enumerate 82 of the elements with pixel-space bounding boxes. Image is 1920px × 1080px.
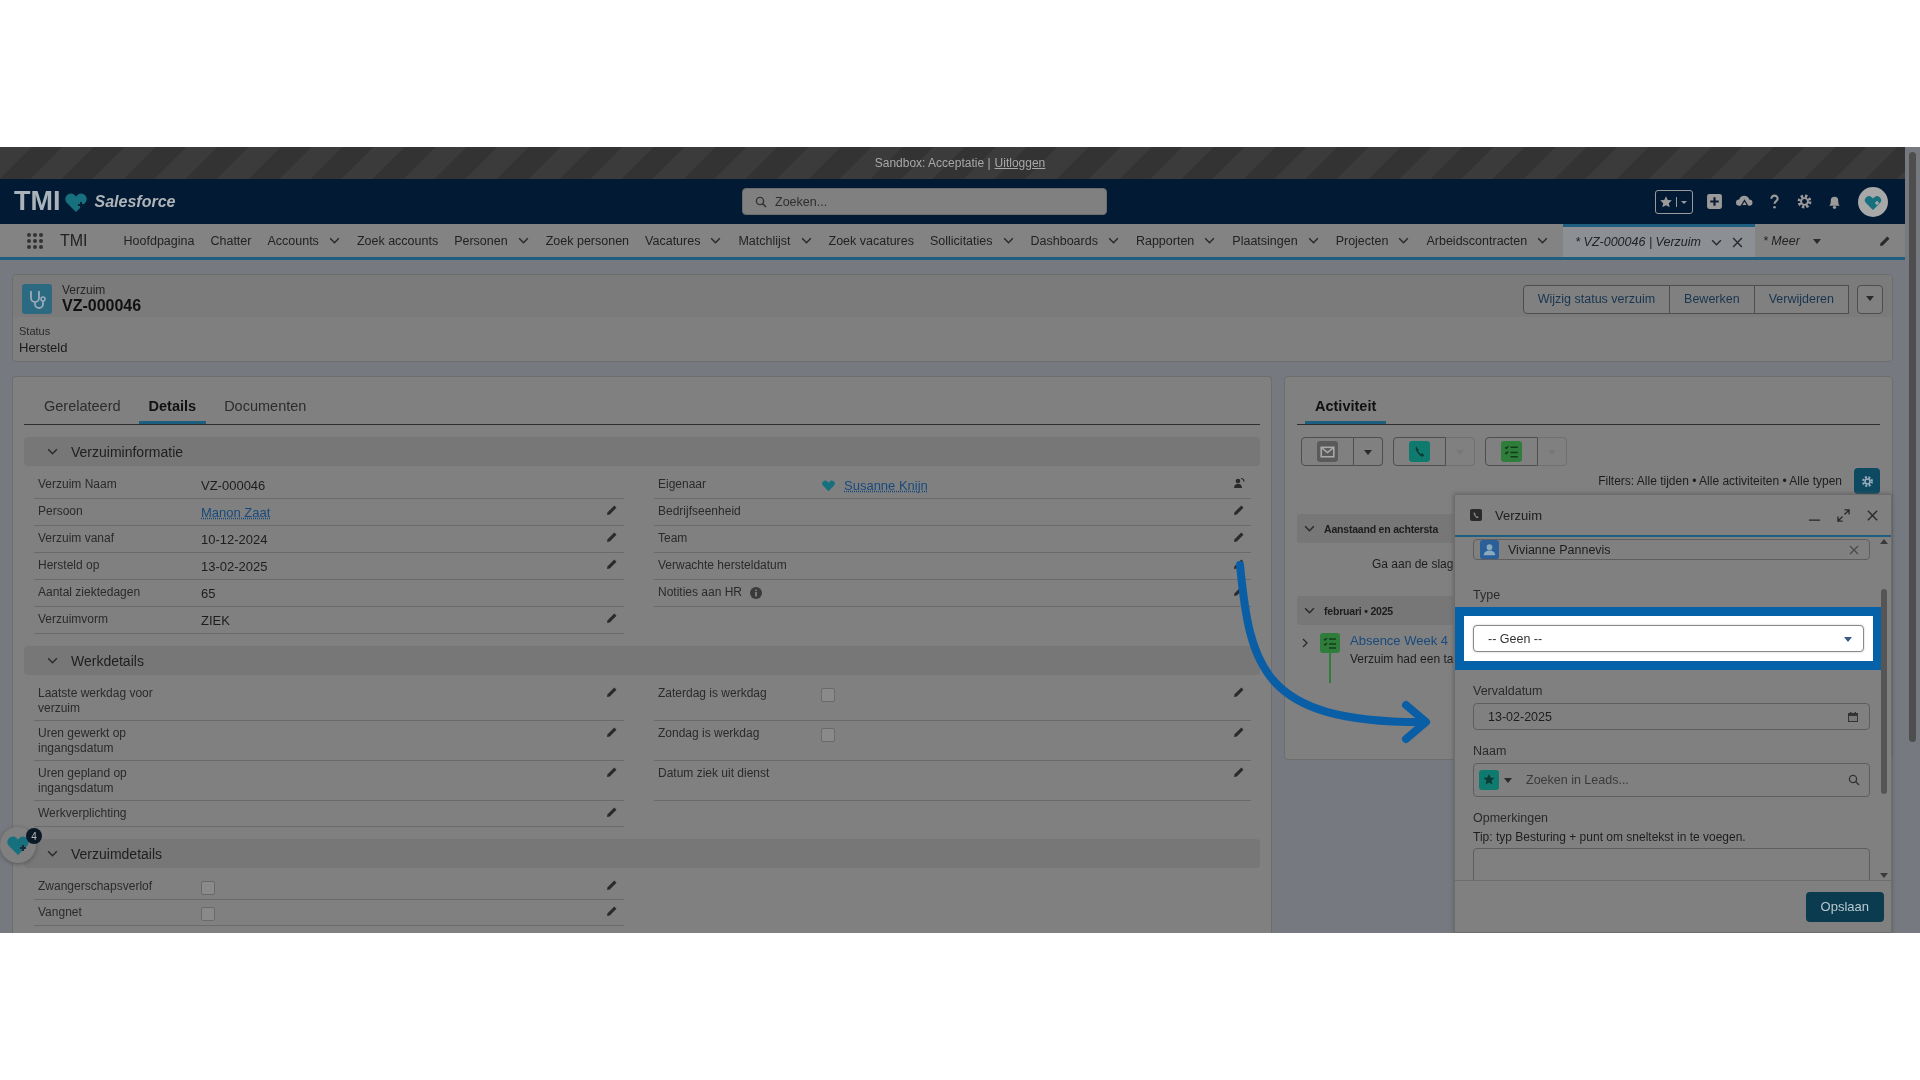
nav-tab[interactable]: Zoek accounts [348,224,447,257]
nav-tab[interactable]: * VZ-000046 | Verzuim [1563,224,1755,257]
search-field[interactable]: Zoeken... [742,188,1107,215]
task-link[interactable]: Absence Week 4 [1350,633,1454,648]
hint-text: Tip: typ Besturing + punt om sneltekst in te voegen. [1473,830,1747,844]
timeline-group-header[interactable]: Aanstaand en achtersta [1297,514,1453,543]
section-header[interactable]: Verzuimdetails [24,839,1260,868]
filters-text: Filters: Alle tijden • Alle activiteiten • Alle typen [1598,474,1842,488]
field-label: Verzuim vanaf [38,531,115,546]
field-label: Uren gepland op ingangsdatum [38,766,128,796]
record-link[interactable]: Manon Zaat [201,504,271,521]
field-label: Hersteld op [38,558,100,573]
field-label: Bedrijfseenheid [658,504,741,519]
tab[interactable]: Documenten [214,390,317,424]
nav-tab[interactable]: Hoofdpagina [115,224,203,257]
nav-tab[interactable]: Dashboards [1022,224,1128,257]
nav-tab[interactable]: Zoek personen [537,224,638,257]
logout-link[interactable]: Uitloggen [994,156,1046,170]
field-label: Notities aan HR [658,585,743,600]
date-field[interactable]: 13-02-2025 [1473,703,1870,730]
field-label: Persoon [38,504,83,519]
task-description: Verzuim had een ta [1350,652,1454,666]
tab[interactable]: Activiteit [1305,390,1387,424]
brand-name: Salesforce [94,192,176,211]
field-label: Opmerkingen [1473,811,1550,825]
field-label: Verwachte hersteldatum [658,558,787,573]
empty-state-text: Ga aan de slag [1372,557,1454,571]
field-label: Zaterdag is werkdag [658,686,767,701]
field-label: Datum ziek uit dienst [658,766,770,781]
field-label: Status [19,325,52,337]
action-button[interactable]: Verwijderen [1753,284,1849,314]
lookup-field[interactable]: Zoeken in Leads... [1473,763,1870,797]
more-tab[interactable]: * Meer [1755,224,1830,257]
field-label: Laatste werkdag voor verzuim [38,686,154,716]
nav-tab[interactable]: Matchlijst [730,224,821,257]
user-link[interactable]: Susanne Knijn [844,477,928,494]
contact-name: Vivianne Pannevis [1508,542,1612,557]
field-label: Aantal ziektedagen [38,585,141,600]
save-button[interactable]: Opslaan [1805,891,1884,922]
action-button[interactable]: Wijzig status verzuim [1522,284,1671,314]
field-value: ZIEK [201,612,230,629]
sandbox-text: Sandbox: Acceptatie | [874,156,991,170]
nav-tab[interactable]: Arbeidscontracten [1418,224,1558,257]
nav-tab[interactable]: Chatter [202,224,260,257]
field-value: 13-02-2025 [201,558,268,575]
nav-tab[interactable]: Zoek vacatures [820,224,922,257]
nav-tab[interactable]: Accounts [259,224,349,257]
nav-tab[interactable]: Plaatsingen [1224,224,1328,257]
field-label: Team [658,531,688,546]
action-button[interactable]: Bewerken [1669,284,1755,314]
timeline-group-header[interactable]: februari • 2025 [1297,596,1453,625]
object-type: Verzuim [62,283,107,297]
field-label: Eigenaar [658,477,707,492]
tab[interactable]: Details [138,390,207,424]
logo-text: TMI [14,186,61,217]
nav-tab[interactable]: Sollicitaties [922,224,1023,257]
field-label: Vangnet [38,905,82,920]
field-label: Vervaldatum [1473,684,1544,698]
field-label: Zondag is werkdag [658,726,760,741]
contact-field[interactable]: Vivianne Pannevis [1473,539,1870,560]
field-label: Type [1473,588,1502,602]
nav-tab[interactable]: Personen [446,224,538,257]
section-header[interactable]: Werkdetails [24,646,1260,675]
panel-title: Verzuim [1495,507,1542,523]
field-label: Uren gewerkt op ingangsdatum [38,726,128,756]
record-title: VZ-000046 [62,297,142,315]
field-label: Zwangerschapsverlof [38,879,153,894]
field-label: Verzuim Naam [38,477,117,492]
field-value: VZ-000046 [201,477,266,494]
nav-tab[interactable]: Vacatures [637,224,731,257]
field-value: 10-12-2024 [201,531,268,548]
app-name: TMI [60,231,88,250]
field-label: Werkverplichting [38,806,127,821]
nav-tab[interactable]: Rapporten [1127,224,1225,257]
field-label: Naam [1473,744,1508,758]
type-select[interactable]: -- Geen -- [1473,625,1864,652]
nav-tab[interactable]: Projecten [1327,224,1419,257]
status-value: Hersteld [19,340,69,355]
section-header[interactable]: Verzuiminformatie [24,437,1260,466]
field-label: Verzuimvorm [38,612,108,627]
tab[interactable]: Gerelateerd [34,390,131,424]
field-value: 65 [201,585,216,602]
